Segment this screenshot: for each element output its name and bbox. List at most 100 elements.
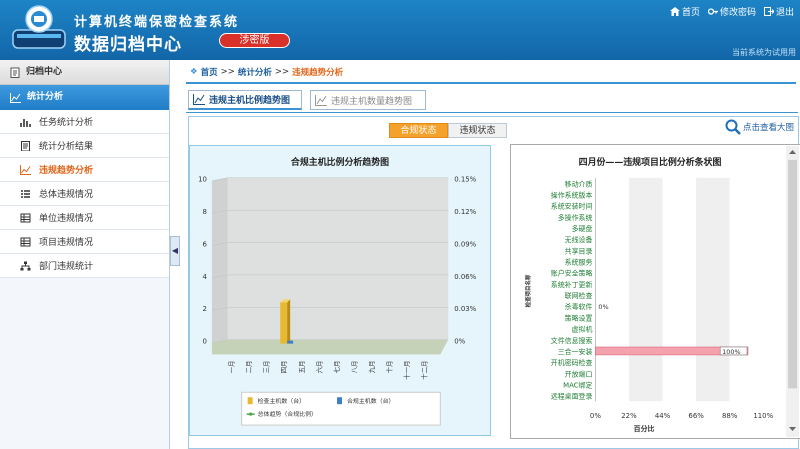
x-tick-label: 四月 <box>280 361 288 374</box>
category-label: 多操作系统 <box>558 213 593 222</box>
sidebar-item-1[interactable]: 统计分析结果 <box>0 134 169 158</box>
x-tick-label: 0% <box>590 412 601 420</box>
home-link-label: 首页 <box>681 8 700 18</box>
breadcrumb-separator: >> <box>220 67 235 77</box>
legend-label-check: 检查主机数（台） <box>258 397 306 405</box>
value-label: 0% <box>598 303 608 311</box>
y-tick-label: 2 <box>202 305 206 313</box>
breadcrumb-home[interactable]: 首页 <box>201 66 218 78</box>
sidebar-item-label: 任务统计分析 <box>39 118 94 128</box>
category-label: 虚拟机 <box>572 325 593 334</box>
breadcrumb: ❖ 首页 >> 统计分析 >> 违规趋势分析 <box>190 66 343 78</box>
grid-band <box>729 177 764 402</box>
legend-swatch-check <box>247 397 253 405</box>
breadcrumb-current: 违规趋势分析 <box>292 68 344 78</box>
y2-tick-label: 0% <box>454 338 465 346</box>
y2-tick-label: 0.06% <box>454 273 476 281</box>
table-icon <box>20 237 31 246</box>
bar-check-side <box>287 299 291 344</box>
chart-title: 四月份——违规项目比例分析条状图 <box>579 156 722 168</box>
sidebar-item-label: 项目违规情况 <box>39 238 94 248</box>
org-icon <box>20 261 31 270</box>
chart-floor <box>211 339 449 355</box>
category-label: 系统安装时间 <box>551 202 593 211</box>
tab-compliant-status[interactable]: 合规状态 <box>389 123 448 138</box>
scrollbar-thumb[interactable] <box>788 159 798 389</box>
sidebar-item-label: 部门违规统计 <box>39 262 94 272</box>
legend-box <box>241 391 441 426</box>
header: 计算机终端保密检查系统 数据归档中心 涉密版 首页 修改密码 退出 当前系统为试… <box>0 0 800 60</box>
sidebar-item-6[interactable]: 部门违规统计 <box>0 254 169 278</box>
sidebar-item-2[interactable]: 违规趋势分析 <box>0 158 169 182</box>
breadcrumb-diamond-icon: ❖ <box>190 67 198 77</box>
magnifier-icon <box>725 119 741 135</box>
logout-link[interactable]: 退出 <box>763 5 794 18</box>
chart-side-wall <box>211 177 228 343</box>
bar-compliant <box>287 340 294 344</box>
tab-violation-status[interactable]: 违规状态 <box>448 123 507 138</box>
tab-count-trend[interactable]: 违规主机数量趋势图 <box>310 90 426 110</box>
x-axis-label: 百分比 <box>634 424 655 433</box>
clipboard-icon <box>10 67 20 78</box>
divider <box>186 82 796 84</box>
category-label: 共享目录 <box>565 246 593 255</box>
x-tick-label: 十月 <box>384 361 393 374</box>
sidebar-item-5[interactable]: 项目违规情况 <box>0 230 169 254</box>
legend-swatch-compliant <box>337 397 342 405</box>
sidebar-item-3[interactable]: 总体违规情况 <box>0 182 169 206</box>
bar-check <box>280 302 288 344</box>
breadcrumb-separator: >> <box>274 67 290 77</box>
sidebar-item-label: 统计分析结果 <box>39 142 94 152</box>
item-ratio-chart: 四月份——违规项目比例分析条状图 移动介质操作系统版本系统安装时间多操作系统多硬… <box>510 144 800 439</box>
category-label: 联网检查 <box>565 291 593 300</box>
tab-ratio-trend[interactable]: 违规主机比例趋势图 <box>188 90 302 110</box>
status-tabs: 合规状态 违规状态 <box>389 123 507 138</box>
system-title: 计算机终端保密检查系统 <box>74 15 240 30</box>
grid-band <box>595 177 629 402</box>
breadcrumb-section[interactable]: 统计分析 <box>238 66 272 78</box>
y-tick-label: 4 <box>202 273 207 281</box>
main-content: ❖ 首页 >> 统计分析 >> 违规趋势分析 违规主机比例趋势图 违规主机数量趋… <box>180 60 800 449</box>
category-label: 无线设备 <box>565 235 593 244</box>
logout-icon <box>763 7 774 16</box>
value-label: 100% <box>722 348 740 356</box>
bar-chart-icon <box>20 118 31 127</box>
x-tick-label: 二月 <box>245 361 253 374</box>
y2-tick-label: 0.03% <box>454 305 476 313</box>
sidebar-section-stats[interactable]: 统计分析 <box>0 85 169 110</box>
category-label: 策略设置 <box>565 313 593 322</box>
list-icon <box>21 189 30 198</box>
category-label: 移动介质 <box>565 179 593 188</box>
sidebar-section-archive[interactable]: 归档中心 <box>0 60 169 85</box>
x-tick-label: 44% <box>655 412 671 420</box>
change-password-label: 修改密码 <box>719 8 756 18</box>
legend-label-compliant: 合规主机数（台） <box>347 397 395 405</box>
category-label: 系统补丁更新 <box>551 280 593 289</box>
chart-title: 合规主机比例分析趋势图 <box>291 156 389 168</box>
category-label: 文件信息搜索 <box>551 336 593 345</box>
y2-tick-label: 0.15% <box>454 176 476 184</box>
x-tick-label: 66% <box>688 412 704 420</box>
sidebar-section-archive-label: 归档中心 <box>26 66 63 77</box>
category-label: 杀毒软件 <box>565 302 593 311</box>
top-links: 首页 修改密码 退出 <box>669 5 794 18</box>
sidebar-item-4[interactable]: 单位违规情况 <box>0 206 169 230</box>
sidebar-item-0[interactable]: 任务统计分析 <box>0 110 169 134</box>
category-label: 远程桌面登录 <box>551 392 593 401</box>
sidebar-collapse-button[interactable]: ◀ <box>170 236 180 266</box>
x-tick-label: 八月 <box>350 361 358 374</box>
sidebar-section-stats-label: 统计分析 <box>27 92 64 102</box>
current-user-text: 当前系统为试用用 <box>732 48 796 57</box>
logo <box>12 5 66 49</box>
tab-count-trend-label: 违规主机数量趋势图 <box>331 96 413 107</box>
y-tick-label: 6 <box>202 241 206 249</box>
security-badge: 涉密版 <box>219 33 290 48</box>
line-chart-icon <box>193 94 205 105</box>
x-tick-label: 三月 <box>263 361 271 374</box>
view-large-button[interactable]: 点击查看大图 <box>725 119 794 135</box>
change-password-link[interactable]: 修改密码 <box>707 5 756 18</box>
y2-tick-label: 0.09% <box>454 241 476 249</box>
home-link[interactable]: 首页 <box>669 5 700 18</box>
y-tick-label: 10 <box>198 176 207 184</box>
chart-back-wall <box>227 177 449 340</box>
